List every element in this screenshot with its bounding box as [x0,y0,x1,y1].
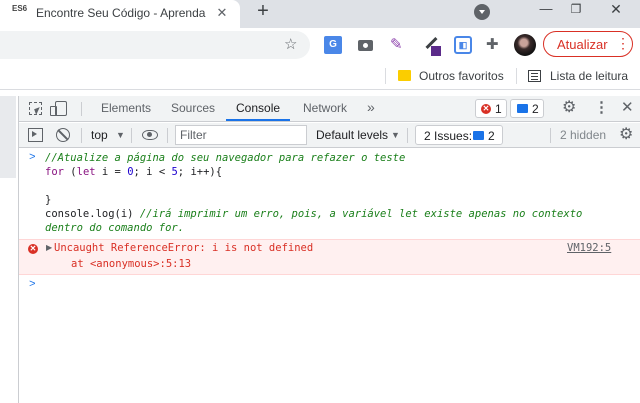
camera-extension-icon[interactable] [357,36,375,54]
code-text: i = [95,166,128,178]
chevron-down-icon[interactable]: ▼ [391,128,400,142]
message-icon [517,104,528,113]
tab-close-icon[interactable]: ✕ [214,5,230,21]
window-close-button[interactable]: ✕ [596,0,636,22]
tab-console[interactable]: Console [236,101,280,115]
reading-list-icon [528,70,541,82]
devtools-tab-bar: Elements Sources Console Network » ✕ 1 2… [19,96,640,122]
profile-avatar[interactable] [514,34,536,56]
code-text: ; i < [133,166,172,178]
divider [81,102,82,116]
error-text: Uncaught ReferenceError: i is not define… [54,242,314,254]
bookmarks-divider [516,68,517,84]
error-icon: ✕ [28,244,38,254]
tab-sources[interactable]: Sources [171,101,215,115]
folder-icon [398,70,411,81]
issues-label: 2 Issues: [424,129,473,143]
console-line-log-cont: dentro do comando for. [45,222,185,234]
divider [407,128,408,143]
message-count-badge[interactable]: 2 [510,99,544,118]
site-favicon-icon: ES6 [12,4,28,13]
feather-extension-icon[interactable]: ✎ [390,36,408,54]
bookmark-star-icon[interactable]: ☆ [284,37,297,52]
update-button[interactable]: Atualizar ⋮ [543,31,633,57]
reading-list-link[interactable]: Lista de leitura [550,69,628,83]
console-line-brace: } [45,194,52,206]
console-toolbar: top ▼ Default levels ▼ 2 Issues: 2 2 hid… [19,123,640,148]
tab-elements[interactable]: Elements [101,101,151,115]
chrome-menu-icon[interactable]: ⋮ [616,35,630,51]
translate-extension-icon[interactable]: G [324,36,342,54]
error-icon: ✕ [481,104,491,114]
live-expression-eye-icon[interactable] [142,130,158,140]
divider [550,128,551,143]
console-line-comment: //Atualize a página do seu navegador par… [45,152,406,164]
show-sidebar-icon[interactable] [28,128,43,142]
error-stack-trace: at <anonymous>:5:13 [71,258,192,270]
message-count: 2 [532,102,539,116]
tab-search-icon[interactable] [474,4,490,20]
error-source-link[interactable]: VM192:5 [567,242,611,254]
update-button-label: Atualizar [557,37,608,52]
keyword: for [45,166,64,178]
devtools-panel: Elements Sources Console Network » ✕ 1 2… [18,96,640,403]
bookmarks-divider [385,68,386,84]
expand-triangle-icon[interactable]: ▶ [46,243,52,253]
issues-count: 2 [488,129,495,143]
bookmarks-bar: Outros favoritos Lista de leitura [0,62,640,90]
color-picker-extension-icon[interactable] [423,36,441,56]
new-tab-button[interactable]: + [252,1,274,23]
error-count: 1 [495,102,502,116]
error-count-badge[interactable]: ✕ 1 [475,99,507,118]
clear-console-icon[interactable] [56,128,70,142]
devtools-extension-icon[interactable]: ◧ [454,36,472,54]
settings-gear-icon[interactable]: ⚙ [562,99,576,117]
console-output[interactable]: > //Atualize a página do seu navegador p… [19,149,640,403]
active-tab-indicator [226,119,290,121]
other-favorites-link[interactable]: Outros favoritos [419,69,504,83]
device-toolbar-icon[interactable] [50,101,67,116]
divider [167,128,168,143]
extensions-puzzle-icon[interactable]: ✚ [486,36,504,54]
code-text: console.log(i) [45,208,140,220]
issues-button[interactable]: 2 Issues: 2 [415,125,503,145]
page-content-strip [0,96,18,403]
console-error-message[interactable]: ✕ ▶ Uncaught ReferenceError: i is not de… [19,239,640,275]
code-text: ( [63,166,77,178]
log-levels-dropdown[interactable]: Default levels [316,128,388,142]
context-selector[interactable]: top [91,128,108,142]
filter-input[interactable] [175,125,307,145]
console-line-for: for (let i = 0; i < 5; i++){ [45,166,222,178]
input-echo-caret-icon: > [29,152,36,164]
hidden-messages-count: 2 hidden [560,128,607,142]
chevron-down-icon[interactable]: ▼ [116,128,125,142]
more-options-icon[interactable]: ⋮ [594,99,609,117]
issue-message-icon [473,131,484,140]
more-tabs-icon[interactable]: » [367,99,375,115]
console-settings-gear-icon[interactable]: ⚙ [619,126,633,144]
inspect-element-icon[interactable] [29,102,42,115]
console-prompt-caret-icon[interactable]: > [29,279,36,291]
code-text: ; i++){ [177,166,223,178]
divider [81,128,82,143]
tab-network[interactable]: Network [303,101,347,115]
tab-title: Encontre Seu Código - Aprenda [36,6,206,20]
close-devtools-icon[interactable]: ✕ [621,99,634,117]
divider [131,128,132,143]
maximize-button[interactable]: ❐ [556,0,596,22]
page-scrollbar[interactable] [0,96,16,178]
browser-tab[interactable]: ES6 Encontre Seu Código - Aprenda ✕ [0,0,240,28]
tab-strip: ES6 Encontre Seu Código - Aprenda ✕ + — … [0,0,640,28]
code-comment: //irá imprimir um erro, pois, a variável… [139,208,583,220]
address-bar[interactable]: ☆ [0,31,310,59]
console-line-log: console.log(i) //irá imprimir um erro, p… [45,208,582,220]
keyword: let [76,166,96,178]
